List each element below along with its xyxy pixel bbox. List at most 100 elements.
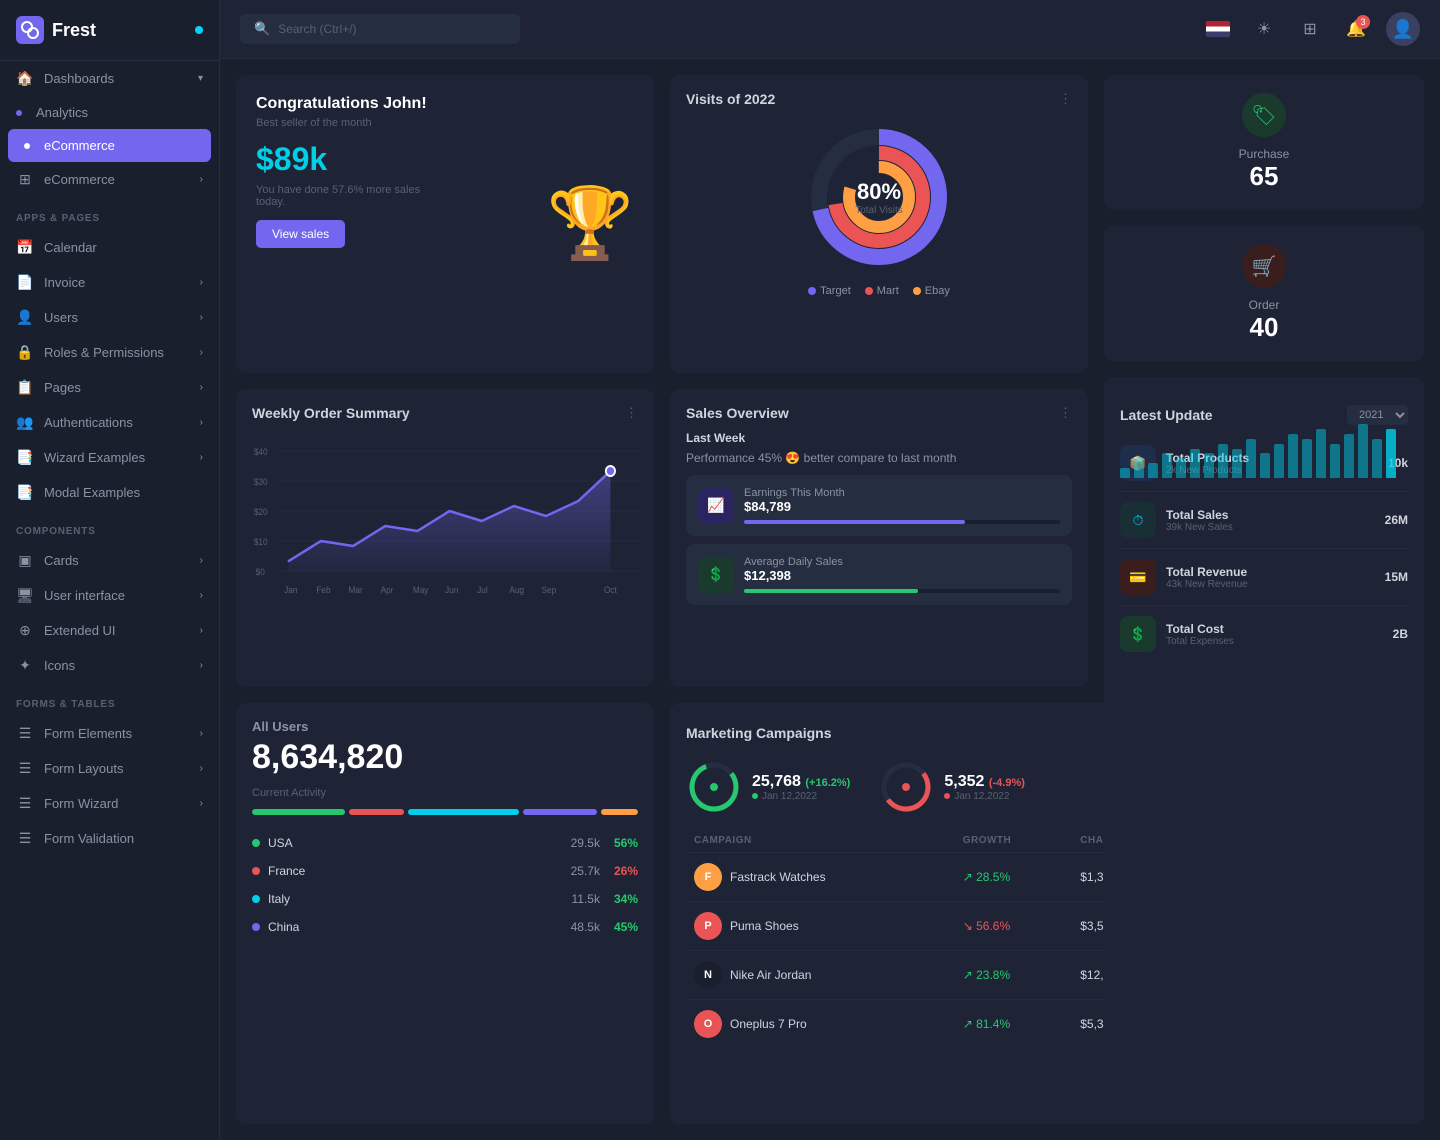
revenue-bar-0: [1120, 468, 1130, 478]
sidebar-label-formwizard: Form Wizard: [44, 796, 118, 811]
view-sales-button[interactable]: View sales: [256, 220, 345, 248]
sidebar-item-invoice[interactable]: 📄 Invoice ›: [0, 265, 219, 300]
mstat-1-info: 25,768 (+16.2%) Jan 12,2022: [752, 773, 850, 802]
wizard-icon: 📑: [16, 449, 34, 466]
sidebar-item-auth[interactable]: 👥 Authentications ›: [0, 405, 219, 440]
sidebar-label-formvalidation: Form Validation: [44, 831, 134, 846]
mstat-1-date: Jan 12,2022: [752, 791, 850, 802]
trophy-icon: 🏆: [547, 183, 634, 265]
search-box[interactable]: 🔍 Search (Ctrl+/): [240, 14, 520, 44]
sidebar-item-formvalidation[interactable]: ☰ Form Validation: [0, 821, 219, 856]
weekly-title: Weekly Order Summary: [252, 405, 410, 421]
update-item-cost: 💲 Total Cost Total Expenses 2B: [1120, 606, 1408, 662]
content-area: Congratulations John! Best seller of the…: [220, 59, 1440, 1140]
svg-text:May: May: [413, 585, 429, 595]
revenue-bar-9: [1246, 439, 1256, 478]
sidebar-item-pages[interactable]: 📋 Pages ›: [0, 370, 219, 405]
revenue-bar-2: [1148, 463, 1158, 478]
sidebar-item-dashboards[interactable]: 🏠 Dashboards ▾: [0, 61, 219, 96]
country-france: France: [268, 864, 571, 878]
update-item-revenue: 💳 Total Revenue 43k New Revenue 15M: [1120, 549, 1408, 606]
grid-icon: ⊞: [1303, 19, 1316, 39]
td-growth-1: ↘ 56.6%: [955, 902, 1073, 951]
sales-title: Total Sales: [1166, 508, 1375, 522]
form-layouts-icon: ☰: [16, 760, 34, 777]
notification-badge: 3: [1356, 15, 1370, 29]
avatar[interactable]: 👤: [1386, 12, 1420, 46]
sidebar-item-formwizard[interactable]: ☰ Form Wizard ›: [0, 786, 219, 821]
td-brand-0: F Fastrack Watches: [686, 853, 955, 902]
flag-button[interactable]: [1202, 13, 1234, 45]
cart-icon: 🛒: [1252, 254, 1277, 279]
chevron-right-icon: ›: [200, 555, 203, 566]
chevron-down-icon: ▾: [198, 73, 203, 84]
chevron-right-icon: ›: [200, 763, 203, 774]
latest-update-header: Latest Update 2021 2022: [1120, 405, 1408, 425]
td-brand-1: P Puma Shoes: [686, 902, 955, 951]
order-card: 🛒 Order 40: [1104, 226, 1424, 361]
cost-icon: 💲: [1120, 616, 1156, 652]
sidebar-item-ecommerce[interactable]: eCommerce: [8, 129, 211, 162]
sidebar-item-analytics[interactable]: Analytics: [0, 96, 219, 129]
legend-dot-target: [808, 287, 816, 295]
update-item-sales: ⏱ Total Sales 39k New Sales 26M: [1120, 492, 1408, 549]
avg-progress-fill: [744, 589, 918, 593]
earnings-label: Earnings This Month: [744, 487, 1060, 499]
earnings-info: Earnings This Month $84,789: [744, 487, 1060, 524]
revenue-info: Total Revenue 43k New Revenue: [1166, 565, 1375, 590]
money-icon: 💲: [1129, 626, 1146, 643]
sidebar-item-users[interactable]: 👤 Users ›: [0, 300, 219, 335]
sidebar-item-layouts[interactable]: ⊞ eCommerce ›: [0, 162, 219, 197]
revenue-bar-16: [1344, 434, 1354, 478]
weekly-menu-icon[interactable]: ⋮: [625, 405, 638, 421]
legend-label-mart: Mart: [877, 285, 899, 297]
dollar-icon: 💲: [707, 566, 724, 583]
sidebar-item-cards[interactable]: ▣ Cards ›: [0, 543, 219, 578]
sidebar-item-wizard[interactable]: 📑 Wizard Examples ›: [0, 440, 219, 475]
sidebar-label-invoice: Invoice: [44, 275, 85, 290]
grid-view-button[interactable]: ⊞: [1294, 13, 1326, 45]
th-growth: GROWTH: [955, 829, 1073, 853]
chevron-right-icon: ›: [200, 660, 203, 671]
sidebar-item-ui[interactable]: 🖥 User interface ›: [0, 578, 219, 613]
sidebar-label-cards: Cards: [44, 553, 79, 568]
year-select[interactable]: 2021 2022: [1347, 405, 1408, 425]
purchase-icon-bg: 🏷: [1242, 93, 1286, 137]
sidebar-item-icons[interactable]: ✦ Icons ›: [0, 648, 219, 683]
clock-icon: ⏱: [1133, 512, 1144, 529]
sidebar-item-formelements[interactable]: ☰ Form Elements ›: [0, 716, 219, 751]
country-usa: USA: [268, 836, 571, 850]
theme-toggle-button[interactable]: ☀: [1248, 13, 1280, 45]
mstat-1-value: 25,768 (+16.2%): [752, 773, 850, 791]
svg-text:Jul: Jul: [477, 585, 488, 595]
user-row-china: China 48.5k 45%: [252, 913, 638, 941]
flag-china: [252, 923, 260, 931]
notifications-button[interactable]: 🔔 3: [1340, 13, 1372, 45]
visits-header: Visits of 2022 ⋮: [686, 91, 1072, 107]
cost-sub: Total Expenses: [1166, 636, 1383, 647]
section-label-apps: APPS & PAGES: [0, 197, 219, 230]
revenue-bar-17: [1358, 424, 1368, 478]
sidebar-item-formlayouts[interactable]: ☰ Form Layouts ›: [0, 751, 219, 786]
visits-menu-icon[interactable]: ⋮: [1059, 91, 1072, 107]
avg-progress-bg: [744, 589, 1060, 593]
welcome-amount: $89k: [256, 141, 634, 178]
svg-text:Jan: Jan: [284, 585, 298, 595]
chevron-right-icon: ›: [200, 798, 203, 809]
auth-icon: 👥: [16, 414, 34, 431]
sales-menu-icon[interactable]: ⋮: [1059, 405, 1072, 421]
flag-france: [252, 867, 260, 875]
sidebar-item-extui[interactable]: ⊕ Extended UI ›: [0, 613, 219, 648]
sidebar-label-wizard: Wizard Examples: [44, 450, 145, 465]
sidebar-item-roles[interactable]: 🔒 Roles & Permissions ›: [0, 335, 219, 370]
svg-text:Mar: Mar: [349, 585, 363, 595]
form-wizard-icon: ☰: [16, 795, 34, 812]
main-area: 🔍 Search (Ctrl+/) ☀ ⊞ 🔔 3 👤 Co: [220, 0, 1440, 1140]
sidebar-item-calendar[interactable]: 📅 Calendar: [0, 230, 219, 265]
svg-text:$0: $0: [256, 567, 265, 577]
section-label-forms: FORMS & TABLES: [0, 683, 219, 716]
sidebar-label-calendar: Calendar: [44, 240, 97, 255]
legend-dot-mart: [865, 287, 873, 295]
sales-overview-card: Sales Overview ⋮ Last Week Performance 4…: [670, 389, 1088, 687]
sidebar-item-modal[interactable]: 📑 Modal Examples: [0, 475, 219, 510]
